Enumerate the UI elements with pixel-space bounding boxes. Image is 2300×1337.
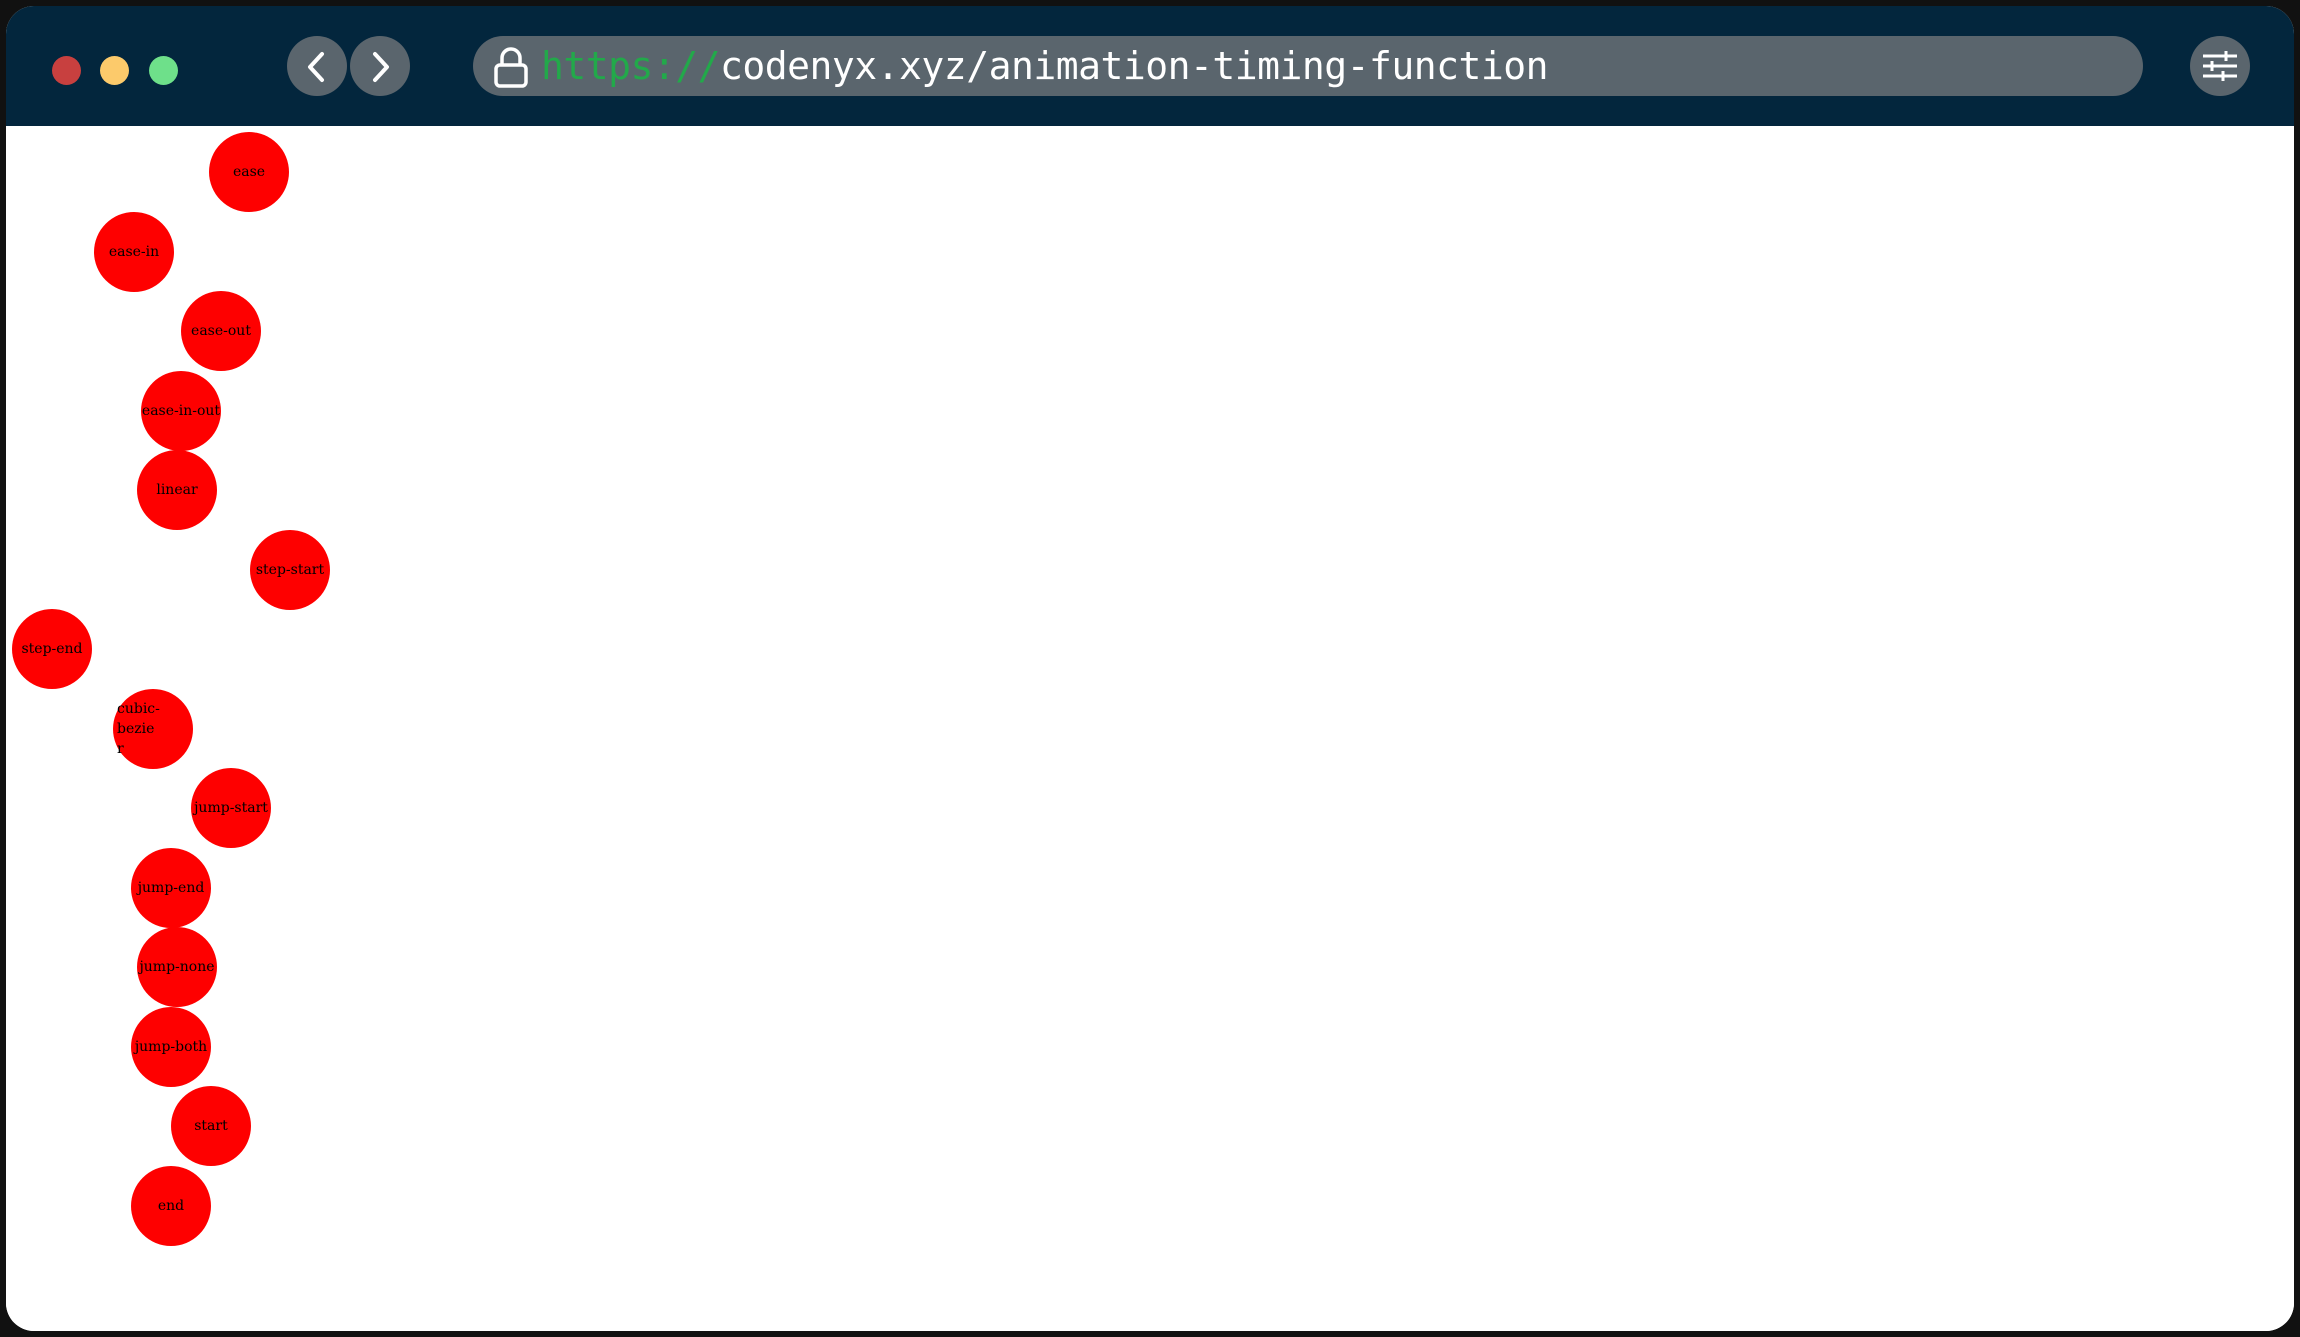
ball-linear: linear	[137, 450, 217, 530]
maximize-window-button[interactable]	[149, 56, 178, 85]
url-text: https://codenyx.xyz/animation-timing-fun…	[541, 36, 1549, 96]
ball-ease-out: ease-out	[181, 291, 261, 371]
ball-jump-start: jump-start	[191, 768, 271, 848]
ball-cubic-bezier-label: cubic-bezier	[117, 701, 160, 757]
close-window-button[interactable]	[52, 56, 81, 85]
back-button[interactable]	[287, 36, 347, 96]
browser-titlebar: https://codenyx.xyz/animation-timing-fun…	[6, 6, 2294, 126]
browser-window: https://codenyx.xyz/animation-timing-fun…	[6, 6, 2294, 1331]
address-bar[interactable]: https://codenyx.xyz/animation-timing-fun…	[473, 36, 2143, 96]
url-path: codenyx.xyz/animation-timing-function	[720, 44, 1549, 88]
ball-ease-in: ease-in	[94, 212, 174, 292]
ball-end: end	[131, 1166, 211, 1246]
sliders-icon	[2203, 51, 2237, 81]
ball-ease-in-out: ease-in-out	[141, 371, 221, 451]
ball-ease: ease	[209, 132, 289, 212]
ball-jump-none: jump-none	[137, 927, 217, 1007]
chevron-right-icon	[373, 52, 389, 82]
ball-step-end: step-end	[12, 609, 92, 689]
minimize-window-button[interactable]	[100, 56, 129, 85]
url-scheme: https://	[541, 44, 721, 88]
forward-button[interactable]	[350, 36, 410, 96]
page-content: ease ease-in ease-out ease-in-out linear…	[6, 126, 2294, 1331]
settings-button[interactable]	[2190, 36, 2250, 96]
chevron-left-icon	[308, 52, 324, 82]
ball-cubic-bezier: cubic-bezier	[113, 689, 193, 769]
ball-jump-end: jump-end	[131, 848, 211, 928]
lock-icon	[494, 47, 528, 88]
ball-jump-both: jump-both	[131, 1007, 211, 1087]
ball-start: start	[171, 1086, 251, 1166]
ball-step-start: step-start	[250, 530, 330, 610]
